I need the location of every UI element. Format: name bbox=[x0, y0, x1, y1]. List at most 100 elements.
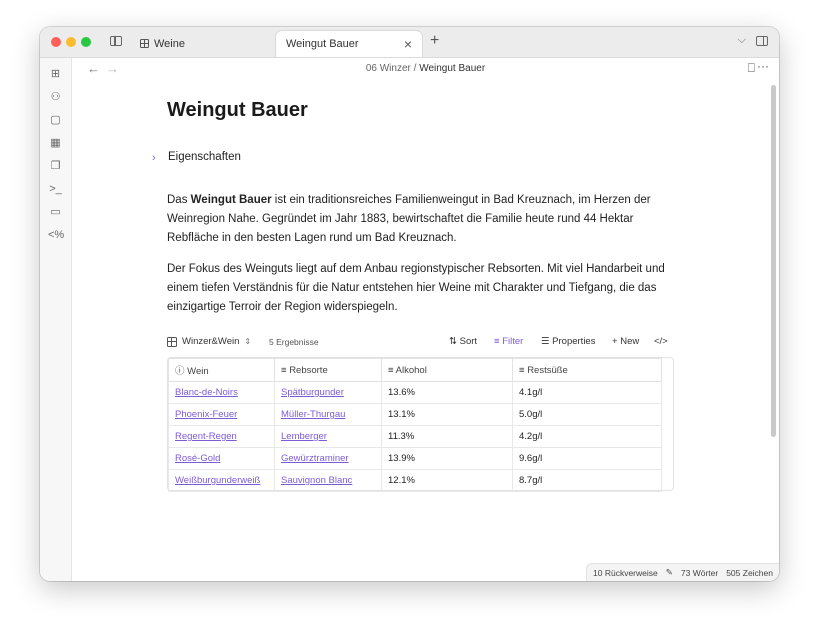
copy-icon[interactable]: ❐ bbox=[48, 159, 63, 174]
bases-toolbar: Winzer&Wein ⇕ 5 Ergebnisse ⇅ Sort ≡ Filt… bbox=[167, 336, 672, 350]
code-icon[interactable]: </> bbox=[654, 336, 668, 347]
table-icon bbox=[167, 336, 177, 347]
chevron-down-icon[interactable]: ⌵ bbox=[738, 34, 746, 47]
reading-view-icon[interactable]: ⎕ bbox=[748, 61, 755, 76]
left-sidebar-toggle-icon[interactable] bbox=[110, 36, 122, 46]
dashboard-icon[interactable]: ⊞ bbox=[48, 67, 63, 82]
more-options-icon[interactable]: ··· bbox=[757, 59, 769, 73]
calendar-icon[interactable]: ▭ bbox=[48, 205, 63, 220]
paragraph-focus: Der Fokus des Weinguts liegt auf dem Anb… bbox=[167, 263, 665, 313]
filter-button[interactable]: ≡ Filter bbox=[494, 336, 523, 347]
edit-pencil-icon[interactable]: ✎ bbox=[666, 567, 673, 578]
app-window: Weine Weingut Bauer × + ⌵ ⊞ ⚇ ▢ ▦ ❐ >_ ▭… bbox=[40, 27, 779, 581]
cell-alkohol[interactable]: 13.6% bbox=[381, 381, 513, 404]
status-bar: 10 Rückverweise ✎ 73 Wörter 505 Zeichen bbox=[586, 563, 779, 581]
right-sidebar-toggle-icon[interactable] bbox=[756, 36, 768, 46]
filter-label: Filter bbox=[502, 336, 524, 347]
backlinks-count[interactable]: 10 Rückverweise bbox=[593, 568, 658, 578]
plus-icon: + bbox=[612, 336, 618, 347]
table-row: Rosé-Gold Gewürztraminer 13.9% 9.6g/l bbox=[168, 447, 662, 470]
titlebar: Weine Weingut Bauer × + ⌵ bbox=[40, 27, 779, 58]
char-count: 505 Zeichen bbox=[726, 567, 773, 578]
breadcrumb: 06 Winzer / Weingut Bauer bbox=[72, 63, 779, 74]
cell-alkohol[interactable]: 12.1% bbox=[381, 469, 513, 492]
grape-link[interactable]: Sauvignon Blanc bbox=[281, 475, 352, 486]
list-icon: ☰ bbox=[541, 336, 550, 347]
scrollbar[interactable] bbox=[771, 85, 776, 437]
cell-wein[interactable]: Weißburgunderweiß bbox=[168, 469, 275, 492]
grape-link[interactable]: Gewürztraminer bbox=[281, 453, 349, 464]
canvas-icon[interactable]: ▦ bbox=[48, 136, 63, 151]
grape-link[interactable]: Spätburgunder bbox=[281, 387, 344, 398]
cell-wein[interactable]: Rosé-Gold bbox=[168, 447, 275, 470]
cell-restsuesse[interactable]: 4.1g/l bbox=[512, 381, 662, 404]
bases-table: ⓘ Wein ≡ Rebsorte ≡ Alkohol ≡ Restsüße B… bbox=[167, 357, 674, 492]
filter-icon: ≡ bbox=[494, 336, 500, 347]
new-button[interactable]: + New bbox=[612, 336, 639, 347]
new-note-icon[interactable]: ▢ bbox=[48, 113, 63, 128]
wine-link[interactable]: Rosé-Gold bbox=[175, 453, 220, 464]
cell-rebsorte[interactable]: Müller-Thurgau bbox=[274, 403, 382, 426]
cell-wein[interactable]: Blanc-de-Noirs bbox=[168, 381, 275, 404]
cell-rebsorte[interactable]: Spätburgunder bbox=[274, 381, 382, 404]
wine-link[interactable]: Regent-Regen bbox=[175, 431, 237, 442]
cell-restsuesse[interactable]: 5.0g/l bbox=[512, 403, 662, 426]
cell-alkohol[interactable]: 13.1% bbox=[381, 403, 513, 426]
column-header-wein[interactable]: ⓘ Wein bbox=[168, 358, 275, 382]
results-count: 5 Ergebnisse bbox=[269, 337, 319, 347]
tab-label: Weingut Bauer bbox=[286, 38, 359, 50]
cell-rebsorte[interactable]: Lemberger bbox=[274, 425, 382, 448]
info-icon: ⓘ bbox=[175, 366, 185, 377]
page-title: Weingut Bauer bbox=[167, 99, 308, 121]
sort-label: Sort bbox=[459, 336, 478, 347]
table-row: Blanc-de-Noirs Spätburgunder 13.6% 4.1g/… bbox=[168, 381, 662, 404]
breadcrumb-folder[interactable]: 06 Winzer bbox=[366, 63, 411, 74]
minimize-window-button[interactable] bbox=[66, 37, 76, 47]
grape-link[interactable]: Lemberger bbox=[281, 431, 327, 442]
breadcrumb-current[interactable]: Weingut Bauer bbox=[419, 63, 485, 74]
table-row: Phoenix-Feuer Müller-Thurgau 13.1% 5.0g/… bbox=[168, 403, 662, 426]
sort-button[interactable]: ⇅ Sort bbox=[449, 336, 477, 347]
cell-rebsorte[interactable]: Gewürztraminer bbox=[274, 447, 382, 470]
cell-wein[interactable]: Phoenix-Feuer bbox=[168, 403, 275, 426]
cell-wein[interactable]: Regent-Regen bbox=[168, 425, 275, 448]
templater-icon[interactable]: <% bbox=[48, 228, 64, 243]
new-tab-button[interactable]: + bbox=[430, 32, 439, 50]
ribbon: ⊞ ⚇ ▢ ▦ ❐ >_ ▭ <% bbox=[40, 58, 72, 581]
column-label: Alkohol bbox=[395, 364, 427, 376]
cell-restsuesse[interactable]: 8.7g/l bbox=[512, 469, 662, 492]
tab-weine[interactable]: Weine bbox=[136, 30, 266, 57]
cell-restsuesse[interactable]: 4.2g/l bbox=[512, 425, 662, 448]
properties-button[interactable]: ☰ Properties bbox=[541, 336, 595, 347]
wine-link[interactable]: Phoenix-Feuer bbox=[175, 409, 237, 420]
column-header-rebsorte[interactable]: ≡ Rebsorte bbox=[274, 358, 382, 382]
column-header-restsuesse[interactable]: ≡ Restsüße bbox=[512, 358, 662, 382]
cell-alkohol[interactable]: 11.3% bbox=[381, 425, 513, 448]
cell-alkohol[interactable]: 13.9% bbox=[381, 447, 513, 470]
close-icon[interactable]: × bbox=[404, 36, 412, 52]
column-label: Rebsorte bbox=[289, 364, 328, 376]
column-label: Wein bbox=[187, 366, 209, 377]
note-content: Weingut Bauer bbox=[167, 99, 677, 122]
table-row: Weißburgunderweiß Sauvignon Blanc 12.1% … bbox=[168, 469, 662, 492]
graph-icon[interactable]: ⚇ bbox=[48, 90, 63, 105]
terminal-icon[interactable]: >_ bbox=[48, 182, 63, 197]
cell-rebsorte[interactable]: Sauvignon Blanc bbox=[274, 469, 382, 492]
properties-btn-label: Properties bbox=[552, 336, 596, 347]
new-label: New bbox=[620, 336, 640, 347]
cell-restsuesse[interactable]: 9.6g/l bbox=[512, 447, 662, 470]
sort-icon: ⇅ bbox=[449, 336, 457, 347]
wine-link[interactable]: Blanc-de-Noirs bbox=[175, 387, 238, 398]
text-icon: ≡ bbox=[519, 364, 525, 376]
grape-link[interactable]: Müller-Thurgau bbox=[281, 409, 345, 420]
wine-link[interactable]: Weißburgunderweiß bbox=[175, 475, 260, 486]
tab-weingut-bauer[interactable]: Weingut Bauer × bbox=[275, 30, 423, 57]
close-window-button[interactable] bbox=[51, 37, 61, 47]
bases-view: Winzer&Wein ⇕ 5 Ergebnisse ⇅ Sort ≡ Filt… bbox=[167, 336, 672, 350]
zoom-window-button[interactable] bbox=[81, 37, 91, 47]
view-name: Winzer&Wein bbox=[182, 336, 240, 347]
paragraph-intro: Das Weingut Bauer ist ein traditionsreic… bbox=[167, 191, 677, 248]
column-header-alkohol[interactable]: ≡ Alkohol bbox=[381, 358, 513, 382]
para-bold: Weingut Bauer bbox=[190, 194, 272, 206]
view-selector[interactable]: Winzer&Wein ⇕ bbox=[167, 336, 251, 347]
